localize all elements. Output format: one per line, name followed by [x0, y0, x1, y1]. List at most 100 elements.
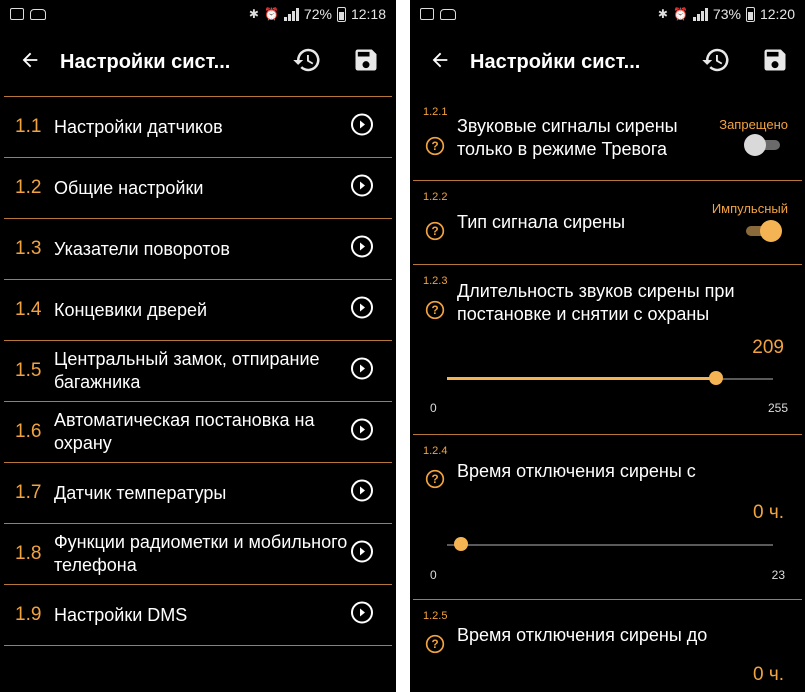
setting-code: 1.2.1	[423, 106, 448, 118]
setting-code: 1.2.4	[423, 445, 448, 457]
svg-text:?: ?	[431, 140, 438, 153]
setting-code: 1.2.2	[423, 191, 448, 203]
setting-title: Время отключения сирены с	[457, 461, 696, 481]
page-title: Настройки сист...	[60, 50, 231, 73]
play-circle-icon[interactable]	[350, 235, 374, 264]
setting-title: Звуковые сигналы сирены только в режиме …	[457, 116, 678, 159]
svg-text:?: ?	[431, 473, 438, 486]
svg-text:?: ?	[431, 225, 438, 238]
menu-item-auto-arming[interactable]: 1.6 Автоматическая постановка на охрану	[4, 402, 392, 463]
menu-item-label: Настройки DMS	[54, 604, 188, 625]
menu-item-label: Общие настройки	[54, 177, 204, 198]
setting-siren-alarm-only: 1.2.1 ? Звуковые сигналы сирены только в…	[413, 96, 802, 181]
help-circle-icon[interactable]: ?	[425, 136, 445, 161]
menu-item-turn-signals[interactable]: 1.3 Указатели поворотов	[4, 219, 392, 280]
slider-thumb[interactable]	[454, 537, 468, 551]
slider-thumb[interactable]	[709, 371, 723, 385]
gallery-notification-icon	[10, 8, 24, 20]
menu-item-sensors[interactable]: 1.1 Настройки датчиков	[4, 97, 392, 158]
battery-icon	[745, 6, 755, 22]
setting-siren-duration: 1.2.3 ? Длительность звуков сирены при п…	[413, 265, 802, 435]
setting-state: Импульсный	[711, 201, 788, 216]
siren-alarm-only-toggle[interactable]	[744, 133, 782, 157]
menu-item-general[interactable]: 1.2 Общие настройки	[4, 158, 392, 219]
status-bar: ✱ ⏰ 72% 12:18	[0, 0, 396, 28]
signal-icon	[692, 7, 708, 21]
setting-siren-off-from: 1.2.4 ? Время отключения сирены с 0 ч. 0…	[413, 435, 802, 600]
help-circle-icon[interactable]: ?	[425, 634, 445, 659]
settings-menu-list: 1.1 Настройки датчиков 1.2 Общие настрой…	[4, 96, 392, 646]
slider-max-label: 23	[771, 568, 785, 582]
setting-siren-signal-type: 1.2.2 ? Тип сигнала сирены Импульсный	[413, 181, 802, 265]
battery-percent: 72%	[303, 6, 332, 22]
left-screen: ✱ ⏰ 72% 12:18 Настройки сист... 1.1 Наст…	[0, 0, 396, 692]
setting-siren-off-to: 1.2.5 ? Время отключения сирены до 0 ч.	[413, 600, 802, 692]
menu-item-label: Центральный замок, отпирание багажника	[54, 349, 320, 392]
signal-icon	[283, 7, 299, 21]
play-circle-icon[interactable]	[350, 540, 374, 569]
menu-item-label: Концевики дверей	[54, 299, 208, 320]
slider-track[interactable]	[447, 544, 773, 546]
menu-item-label: Настройки датчиков	[54, 116, 223, 137]
clock: 12:20	[759, 6, 795, 22]
bluetooth-icon: ✱	[248, 7, 259, 21]
slider-min-label: 0	[430, 568, 437, 582]
help-circle-icon[interactable]: ?	[425, 221, 445, 246]
menu-item-door-switches[interactable]: 1.4 Концевики дверей	[4, 280, 392, 341]
setting-code: 1.2.3	[423, 275, 448, 287]
save-icon[interactable]	[352, 46, 380, 79]
siren-signal-type-toggle[interactable]	[744, 219, 782, 243]
back-arrow-icon[interactable]	[0, 47, 60, 78]
setting-state: Запрещено	[719, 117, 788, 132]
menu-item-label: Датчик температуры	[54, 482, 227, 503]
menu-item-label: Указатели поворотов	[54, 238, 230, 259]
setting-title: Длительность звуков сирены при постановк…	[457, 281, 735, 324]
setting-title: Тип сигнала сирены	[457, 212, 626, 232]
clock: 12:18	[350, 6, 386, 22]
menu-item-number: 1.2	[15, 177, 42, 198]
menu-item-central-lock[interactable]: 1.5 Центральный замок, отпирание багажни…	[4, 341, 392, 402]
menu-item-number: 1.6	[15, 421, 42, 442]
svg-text:?: ?	[431, 638, 438, 651]
setting-value: 0 ч.	[752, 502, 784, 523]
help-circle-icon[interactable]: ?	[425, 300, 445, 325]
alarm-icon: ⏰	[263, 7, 279, 21]
slider-fill	[447, 377, 713, 380]
play-circle-icon[interactable]	[350, 418, 374, 447]
right-screen: ✱ ⏰ 73% 12:20 Настройки сист... 1.2.1 ? …	[410, 0, 805, 692]
help-circle-icon[interactable]: ?	[425, 469, 445, 494]
menu-item-number: 1.9	[15, 604, 42, 625]
battery-percent: 73%	[712, 6, 741, 22]
menu-item-label: Автоматическая постановка на охрану	[54, 410, 315, 453]
page-title: Настройки сист...	[470, 50, 641, 73]
setting-value: 0 ч.	[752, 664, 784, 685]
play-circle-icon[interactable]	[350, 601, 374, 630]
slider-max-label: 255	[767, 401, 788, 415]
play-circle-icon[interactable]	[350, 479, 374, 508]
menu-item-number: 1.1	[15, 116, 42, 137]
car-notification-icon	[30, 8, 46, 20]
bluetooth-icon: ✱	[657, 7, 668, 21]
app-bar: Настройки сист...	[0, 28, 396, 96]
alarm-icon: ⏰	[672, 7, 688, 21]
app-bar: Настройки сист...	[410, 28, 805, 96]
menu-item-number: 1.5	[15, 360, 42, 381]
play-circle-icon[interactable]	[350, 174, 374, 203]
play-circle-icon[interactable]	[350, 113, 374, 142]
play-circle-icon[interactable]	[350, 357, 374, 386]
menu-item-label: Функции радиометки и мобильного телефона	[54, 532, 348, 575]
save-icon[interactable]	[761, 46, 789, 79]
back-arrow-icon[interactable]	[410, 47, 470, 78]
setting-value: 209	[752, 337, 784, 358]
menu-item-temperature-sensor[interactable]: 1.7 Датчик температуры	[4, 463, 392, 524]
menu-item-dms[interactable]: 1.9 Настройки DMS	[4, 585, 392, 646]
svg-text:?: ?	[431, 304, 438, 317]
menu-item-number: 1.4	[15, 299, 42, 320]
battery-icon	[336, 6, 346, 22]
play-circle-icon[interactable]	[350, 296, 374, 325]
history-icon[interactable]	[292, 45, 322, 80]
menu-item-radio-tag[interactable]: 1.8 Функции радиометки и мобильного теле…	[4, 524, 392, 585]
setting-code: 1.2.5	[423, 610, 448, 622]
history-icon[interactable]	[701, 45, 731, 80]
setting-title: Время отключения сирены до	[457, 625, 708, 645]
